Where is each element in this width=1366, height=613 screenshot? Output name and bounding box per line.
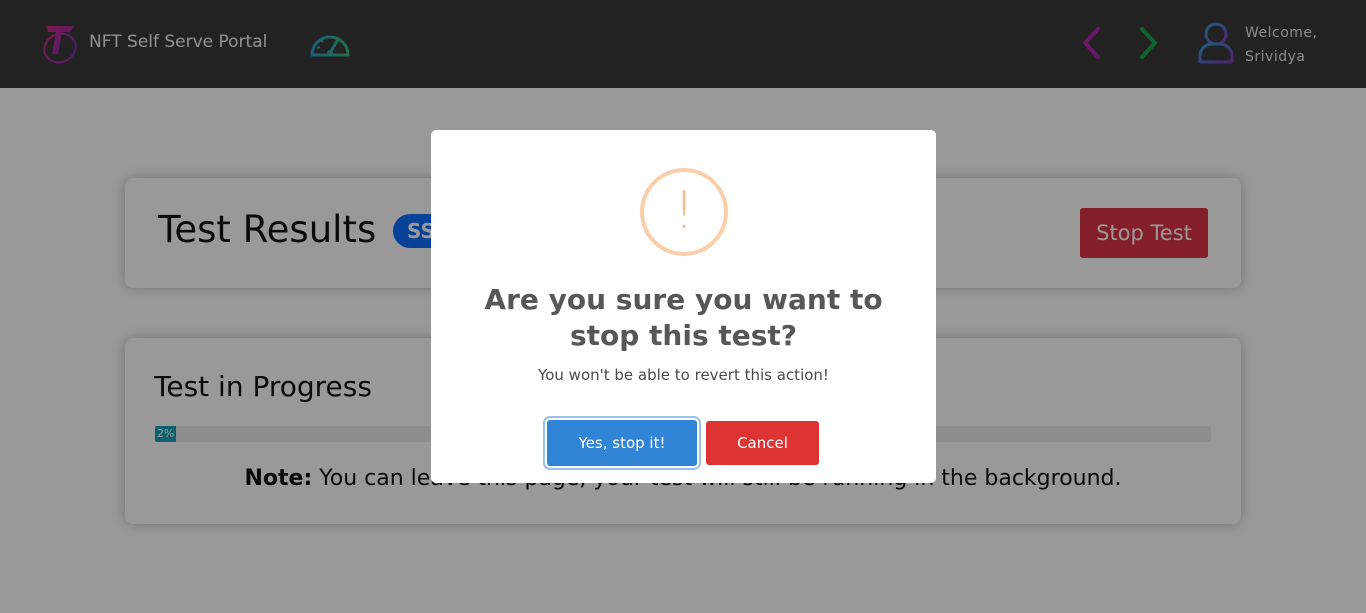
confirm-stop-button[interactable]: Yes, stop it! (547, 420, 697, 466)
background-slideshow-alt: background slideshow (0, 3, 171, 21)
confirm-dialog: ! Are you sure you want to stop this tes… (431, 130, 936, 483)
cancel-button[interactable]: Cancel (706, 421, 819, 465)
dialog-title: Are you sure you want to stop this test? (484, 283, 883, 352)
dialog-message: You won't be able to revert this action! (538, 366, 829, 384)
warning-icon: ! (640, 168, 728, 256)
